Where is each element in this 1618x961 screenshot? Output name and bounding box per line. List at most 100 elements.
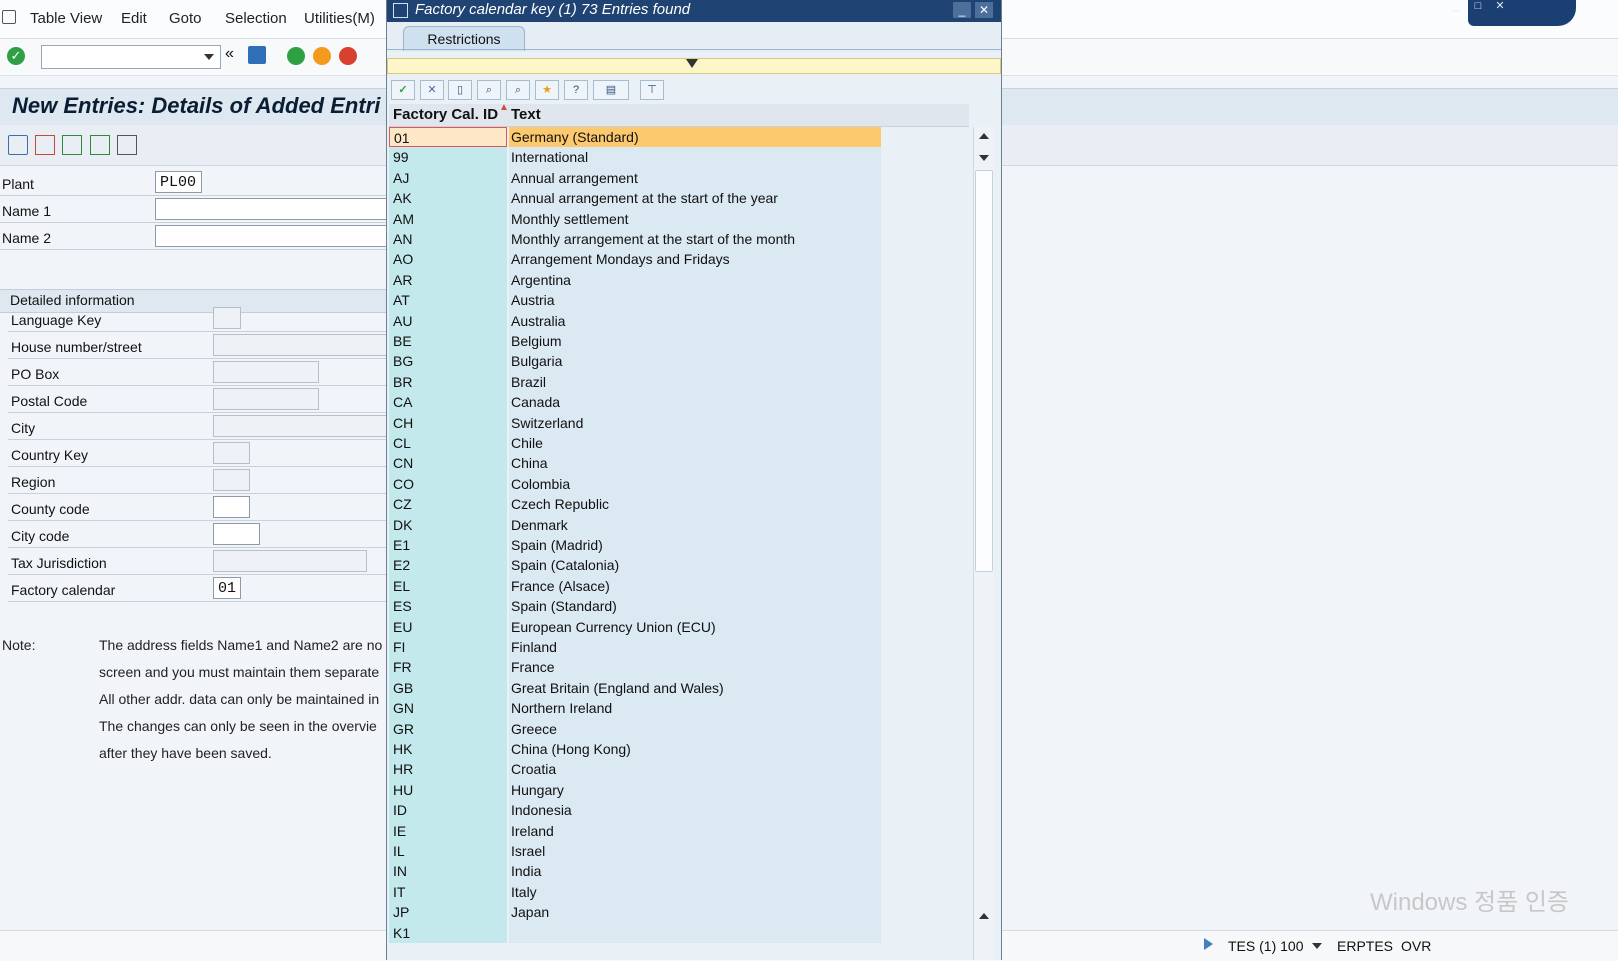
factory-cal-id-cell[interactable]: CA (389, 392, 507, 413)
factory-cal-id-cell[interactable]: EU (389, 616, 507, 637)
calendar-text-cell[interactable]: India (509, 861, 881, 882)
calendar-text-cell[interactable]: European Currency Union (ECU) (509, 616, 881, 637)
calendar-text-cell[interactable]: Canada (509, 392, 881, 413)
list-row[interactable]: K1 (389, 922, 967, 943)
scroll-up-icon[interactable] (979, 133, 989, 139)
calendar-text-cell[interactable]: Indonesia (509, 800, 881, 821)
list-row[interactable]: GN Northern Ireland (389, 698, 967, 719)
list-row[interactable]: CZ Czech Republic (389, 494, 967, 515)
calendar-text-cell[interactable]: Switzerland (509, 412, 881, 433)
help-icon[interactable]: ? (564, 80, 588, 100)
find-icon[interactable]: ⌕ (477, 80, 501, 100)
calendar-text-cell[interactable]: Bulgaria (509, 351, 881, 372)
factory-cal-id-cell[interactable]: AM (389, 208, 507, 229)
calendar-text-cell[interactable]: International (509, 147, 881, 168)
calendar-text-cell[interactable]: Spain (Standard) (509, 596, 881, 617)
calendar-text-cell[interactable]: Czech Republic (509, 494, 881, 515)
calendar-text-cell[interactable]: Chile (509, 433, 881, 454)
calendar-text-cell[interactable]: Argentina (509, 269, 881, 291)
insert-mode[interactable]: OVR (1401, 938, 1431, 954)
list-row[interactable]: CH Switzerland (389, 412, 967, 433)
column-header-id[interactable]: Factory Cal. ID (393, 106, 498, 123)
maximize-icon[interactable]: □ (1468, 0, 1488, 13)
minimize-icon[interactable]: _ (1446, 0, 1466, 13)
calendar-text-cell[interactable]: China (509, 453, 881, 474)
list-row[interactable]: AU Australia (389, 310, 967, 331)
factory-cal-id-cell[interactable]: CO (389, 473, 507, 495)
tax-jurisdiction-field[interactable] (213, 550, 367, 572)
calendar-text-cell[interactable]: Colombia (509, 473, 881, 495)
factory-cal-id-cell[interactable]: ES (389, 596, 507, 617)
factory-cal-id-cell[interactable]: ID (389, 800, 507, 821)
calendar-text-cell[interactable]: Japan (509, 902, 881, 923)
factory-cal-id-cell[interactable]: CZ (389, 494, 507, 515)
list-row[interactable]: IL Israel (389, 841, 967, 862)
factory-cal-id-cell[interactable]: BG (389, 351, 507, 372)
city-field[interactable] (213, 415, 403, 437)
command-field[interactable] (41, 45, 221, 69)
factory-cal-id-cell[interactable]: IL (389, 841, 507, 862)
factory-cal-id-cell[interactable]: IT (389, 881, 507, 903)
factory-cal-id-cell[interactable]: K1 (389, 922, 507, 943)
factory-cal-id-cell[interactable]: AU (389, 310, 507, 331)
cancel-icon[interactable] (339, 47, 357, 65)
close-icon[interactable]: ✕ (975, 2, 993, 18)
city-code-field[interactable] (213, 523, 260, 545)
find-next-icon[interactable]: ⌕ (506, 80, 530, 100)
region-field[interactable] (213, 469, 250, 491)
calendar-text-cell[interactable]: Monthly settlement (509, 208, 881, 229)
calendar-text-cell[interactable]: Northern Ireland (509, 698, 881, 719)
confirm-icon[interactable]: ✓ (391, 80, 415, 100)
factory-cal-id-cell[interactable]: JP (389, 902, 507, 923)
language-key-field[interactable] (213, 307, 241, 329)
menu-utilities[interactable]: Utilities(M) (304, 10, 375, 27)
factory-calendar-field[interactable]: 01 (213, 577, 241, 599)
factory-cal-id-cell[interactable]: FI (389, 637, 507, 658)
favorite-icon[interactable]: ★ (535, 80, 559, 100)
calendar-text-cell[interactable]: Belgium (509, 331, 881, 352)
display-change-icon[interactable] (8, 135, 28, 155)
list-row[interactable]: FI Finland (389, 637, 967, 658)
calendar-text-cell[interactable]: Brazil (509, 371, 881, 393)
close-icon[interactable]: ✕ (1490, 0, 1510, 13)
factory-cal-id-cell[interactable]: AT (389, 290, 507, 311)
factory-cal-id-cell[interactable]: BR (389, 371, 507, 393)
list-row[interactable]: ID Indonesia (389, 800, 967, 821)
list-row[interactable]: BR Brazil (389, 371, 967, 393)
next-entry-icon[interactable] (90, 135, 110, 155)
factory-cal-id-cell[interactable]: AK (389, 188, 507, 209)
factory-cal-id-cell[interactable]: E1 (389, 535, 507, 556)
factory-cal-id-cell[interactable]: HR (389, 759, 507, 780)
list-row[interactable]: JP Japan (389, 902, 967, 923)
calendar-text-cell[interactable]: Austria (509, 290, 881, 311)
factory-cal-id-cell[interactable]: E2 (389, 555, 507, 576)
cancel-icon[interactable]: ✕ (420, 80, 444, 100)
factory-cal-id-cell[interactable]: CH (389, 412, 507, 433)
exit-icon[interactable] (313, 47, 331, 65)
factory-cal-id-cell[interactable]: GN (389, 698, 507, 719)
calendar-text-cell[interactable]: France (509, 657, 881, 678)
menu-edit[interactable]: Edit (121, 10, 147, 27)
previous-entry-icon[interactable] (62, 135, 82, 155)
calendar-text-cell[interactable]: Ireland (509, 820, 881, 841)
list-row[interactable]: GB Great Britain (England and Wales) (389, 677, 967, 699)
name1-field[interactable] (155, 198, 395, 220)
menu-table-view[interactable]: Table View (30, 10, 102, 27)
house-number-street-field[interactable] (213, 334, 403, 356)
collapse-left-icon[interactable]: « (225, 45, 234, 63)
factory-cal-id-cell[interactable]: DK (389, 514, 507, 535)
list-row[interactable]: HU Hungary (389, 779, 967, 801)
factory-cal-id-cell[interactable]: AN (389, 229, 507, 250)
po-box-field[interactable] (213, 361, 319, 383)
minimize-icon[interactable]: _ (953, 2, 971, 18)
calendar-text-cell[interactable]: Germany (Standard) (509, 127, 881, 148)
calendar-text-cell[interactable]: Croatia (509, 759, 881, 780)
postal-code-field[interactable] (213, 388, 319, 410)
list-row[interactable]: AM Monthly settlement (389, 208, 967, 229)
list-row[interactable]: CA Canada (389, 392, 967, 413)
calendar-text-cell[interactable]: China (Hong Kong) (509, 739, 881, 760)
factory-cal-id-cell[interactable]: CL (389, 433, 507, 454)
calendar-text-cell[interactable]: Israel (509, 841, 881, 862)
factory-cal-id-cell[interactable]: AR (389, 269, 507, 291)
factory-cal-id-cell[interactable]: FR (389, 657, 507, 678)
